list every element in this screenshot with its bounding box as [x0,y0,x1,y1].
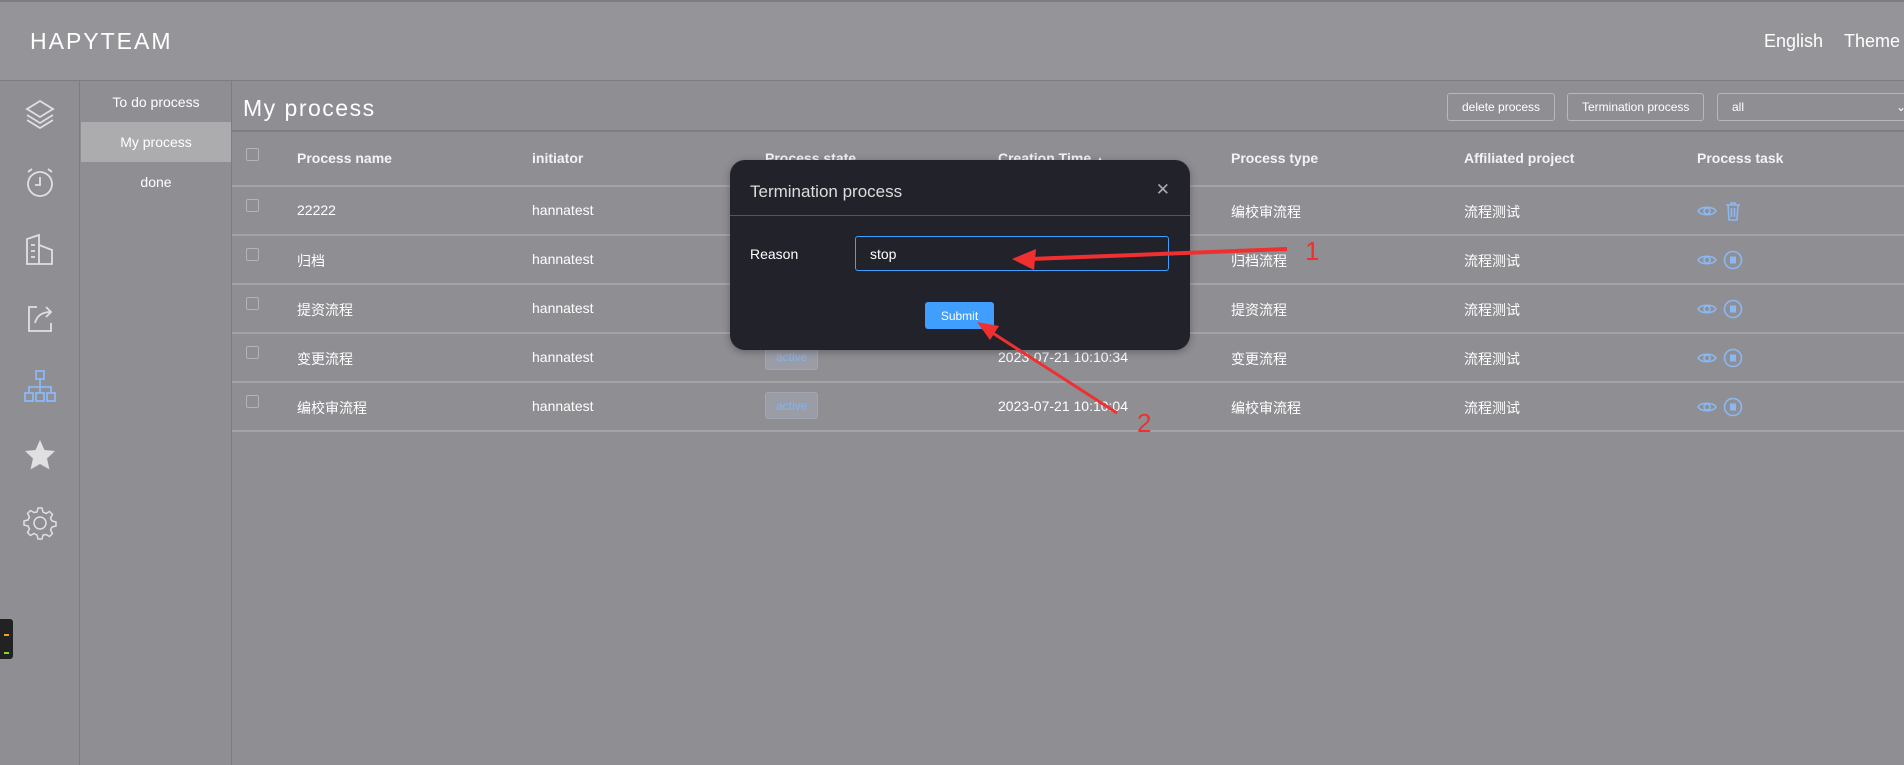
row-checkbox[interactable] [246,297,259,310]
sub-menu: To do process My process done [81,81,232,765]
process-name: 变更流程 [297,351,353,367]
chevron-down-icon: ⌄ [1895,100,1904,114]
initiator: hannatest [532,349,594,365]
col-process-name: Process name [297,150,392,166]
process-task-actions [1697,348,1743,373]
org-chart-icon[interactable] [22,368,58,404]
initiator: hannatest [532,300,594,316]
col-affiliated-project: Affiliated project [1464,150,1575,166]
affiliated-project: 流程测试 [1464,351,1520,367]
annotation-label-2: 2 [1137,408,1152,438]
affiliated-project: 流程测试 [1464,253,1520,269]
star-icon[interactable] [22,437,58,473]
process-type: 变更流程 [1231,351,1287,367]
affiliated-project: 流程测试 [1464,204,1520,220]
stop-icon[interactable] [1723,299,1743,324]
col-process-type: Process type [1231,150,1319,166]
process-type: 归档流程 [1231,253,1287,269]
termination-dialog: Termination process ✕ Reason Submit [730,160,1190,350]
icon-sidebar [0,81,80,765]
process-name: 提资流程 [297,302,353,318]
select-all-checkbox[interactable] [246,148,259,161]
process-task-actions [1697,397,1743,422]
eye-icon[interactable] [1697,201,1717,226]
trash-icon[interactable] [1723,201,1743,226]
row-checkbox[interactable] [246,346,259,359]
delete-process-button[interactable]: delete process [1447,93,1556,121]
eye-icon[interactable] [1697,348,1717,373]
termination-process-button[interactable]: Termination process [1567,93,1705,121]
eye-icon[interactable] [1697,299,1717,324]
affiliated-project: 流程测试 [1464,302,1520,318]
row-checkbox[interactable] [246,248,259,261]
divider [232,130,1904,132]
process-task-actions [1697,299,1743,324]
process-type: 提资流程 [1231,302,1287,318]
initiator: hannatest [532,202,594,218]
initiator: hannatest [532,251,594,267]
row-checkbox[interactable] [246,199,259,212]
stop-icon[interactable] [1723,250,1743,275]
stop-icon[interactable] [1723,397,1743,422]
language-switch[interactable]: English [1764,31,1823,52]
affiliated-project: 流程测试 [1464,400,1520,416]
process-name: 编校审流程 [297,400,367,416]
top-header: HAPYTEAM English Theme [0,0,1904,81]
theme-switch[interactable]: Theme [1844,31,1900,52]
status-badge: active [765,392,819,419]
table-bottom-border [232,430,1904,432]
process-task-actions [1697,201,1743,226]
process-name: 22222 [297,202,336,218]
creation-time: 2023-07-21 10:10:34 [998,349,1128,365]
building-icon[interactable] [22,232,58,268]
creation-time: 2023-07-21 10:10:04 [998,398,1128,414]
reason-input[interactable] [855,236,1169,271]
alarm-clock-icon[interactable] [22,164,58,200]
submenu-item-my-process[interactable]: My process [81,122,231,162]
reason-label: Reason [750,246,799,262]
eye-icon[interactable] [1697,250,1717,275]
col-initiator: initiator [532,150,584,166]
logo: HAPYTEAM [30,28,173,54]
close-icon[interactable]: ✕ [1156,180,1170,200]
process-name: 归档 [297,253,325,269]
stop-icon[interactable] [1723,348,1743,373]
process-type: 编校审流程 [1231,204,1301,220]
layers-icon[interactable] [22,96,58,132]
dialog-title: Termination process [750,182,903,201]
filter-select[interactable]: all ⌄ [1717,93,1904,121]
filter-value: all [1732,100,1745,114]
page-title: My process [243,95,376,121]
eye-icon[interactable] [1697,397,1717,422]
submenu-item-done[interactable]: done [81,162,231,202]
gear-icon[interactable] [22,505,58,541]
share-icon[interactable] [22,300,58,336]
row-checkbox[interactable] [246,395,259,408]
submit-button[interactable]: Submit [925,302,994,329]
submenu-item-todo[interactable]: To do process [81,82,231,122]
process-type: 编校审流程 [1231,400,1301,416]
process-task-actions [1697,250,1743,275]
col-process-task: Process task [1697,150,1784,166]
divider [730,215,1190,216]
volume-meter-widget [0,619,13,659]
table-row[interactable]: 编校审流程 hannatest active 2023-07-21 10:10:04… [232,381,1904,430]
initiator: hannatest [532,398,594,414]
annotation-label-1: 1 [1305,236,1320,266]
